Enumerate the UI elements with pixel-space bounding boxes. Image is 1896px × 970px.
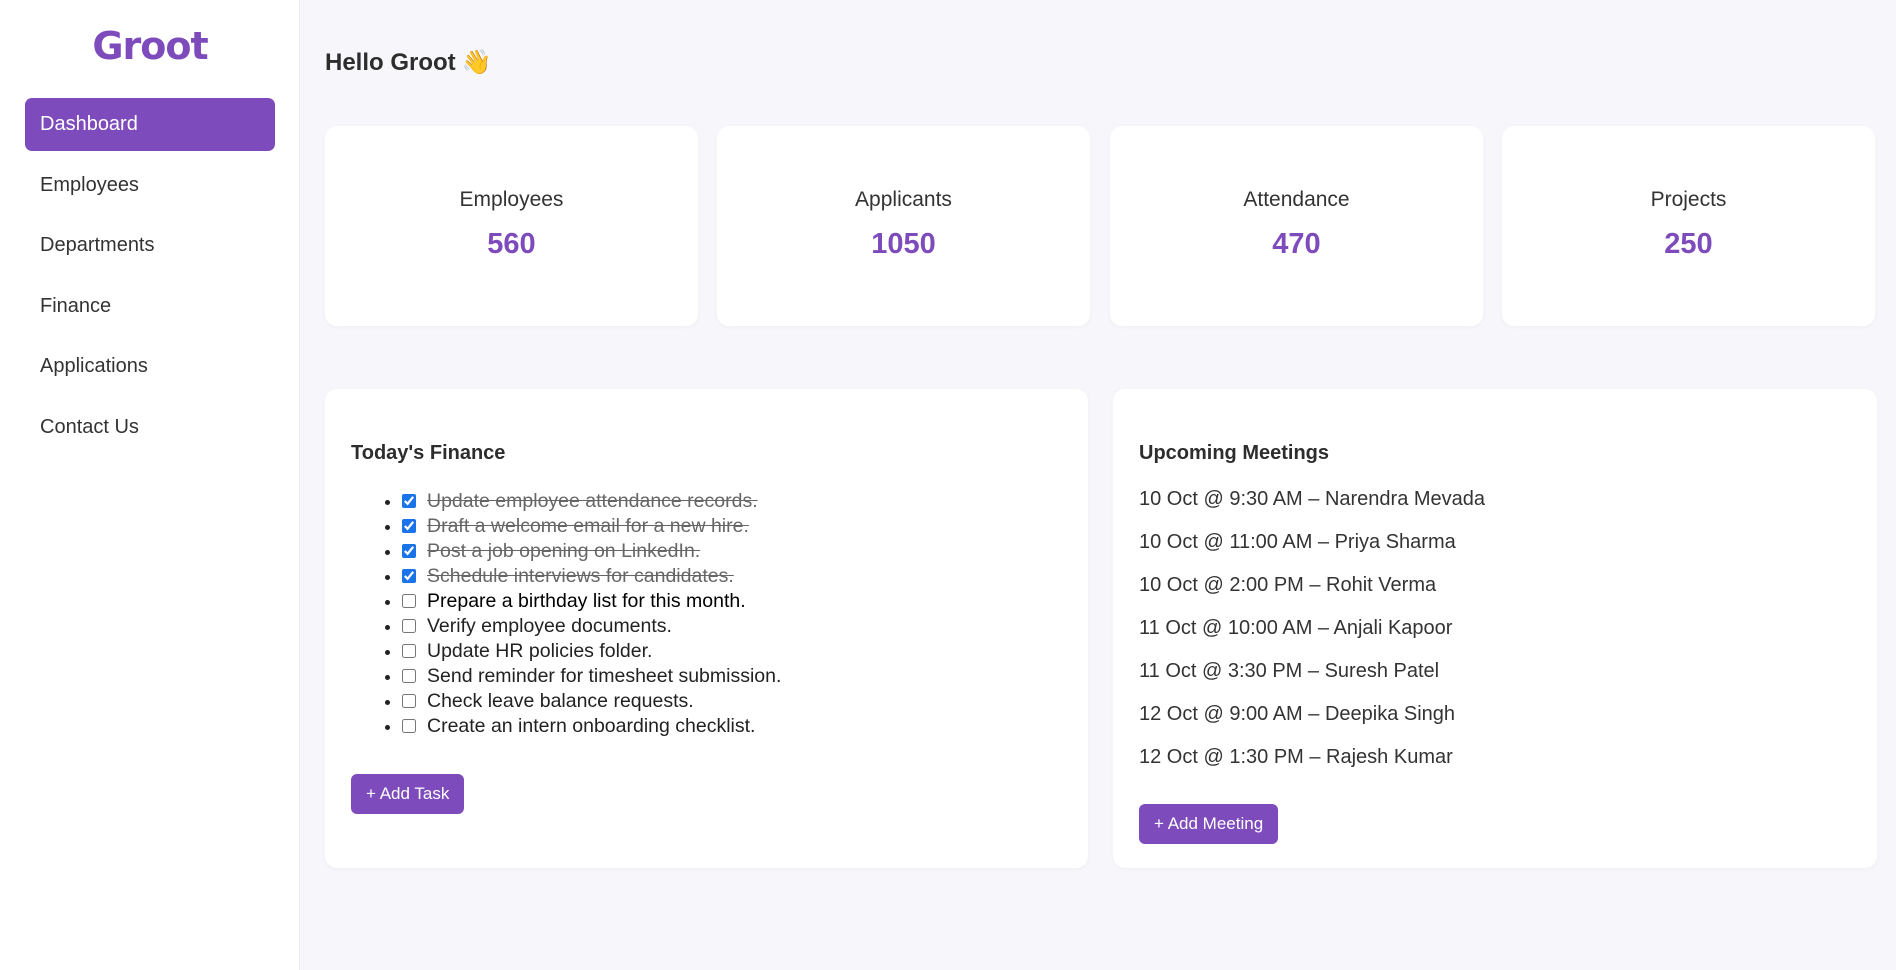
sidebar-item-finance[interactable]: Finance <box>25 280 275 333</box>
task-text: Schedule interviews for candidates. <box>427 565 734 587</box>
task-checkbox[interactable] <box>402 719 416 733</box>
task-item: Update employee attendance records. <box>402 489 781 514</box>
sidebar-nav: Dashboard Employees Departments Finance … <box>25 98 275 461</box>
stat-label: Projects <box>1650 188 1727 211</box>
add-task-button[interactable]: + Add Task <box>351 774 465 814</box>
task-item: Create an intern onboarding checklist. <box>402 714 781 739</box>
sidebar-item-departments[interactable]: Departments <box>25 219 275 272</box>
task-checkbox[interactable] <box>402 569 416 583</box>
stat-label: Employees <box>459 188 564 211</box>
task-item: Schedule interviews for candidates. <box>402 564 781 589</box>
task-item: Prepare a birthday list for this month. <box>402 589 781 614</box>
stat-label: Attendance <box>1243 188 1350 211</box>
meeting-item: 11 Oct @ 3:30 PM – Suresh Patel <box>1139 660 1440 682</box>
task-checkbox[interactable] <box>402 644 416 658</box>
add-meeting-button[interactable]: + Add Meeting <box>1139 804 1279 844</box>
stat-value: 1050 <box>871 228 936 260</box>
task-text: Draft a welcome email for a new hire. <box>427 515 749 537</box>
task-checkbox[interactable] <box>402 594 416 608</box>
stat-card-applicants: Applicants 1050 <box>717 126 1090 326</box>
finance-title: Today's Finance <box>351 442 506 464</box>
task-item: Verify employee documents. <box>402 614 781 639</box>
task-checkbox[interactable] <box>402 694 416 708</box>
task-text: Check leave balance requests. <box>427 690 694 712</box>
meeting-item: 12 Oct @ 9:00 AM – Deepika Singh <box>1139 703 1456 725</box>
task-checkbox[interactable] <box>402 519 416 533</box>
task-item: Draft a welcome email for a new hire. <box>402 514 781 539</box>
meeting-item: 12 Oct @ 1:30 PM – Rajesh Kumar <box>1139 746 1453 768</box>
task-item: Update HR policies folder. <box>402 639 781 664</box>
task-list: Update employee attendance records. Draf… <box>378 489 781 739</box>
stat-label: Applicants <box>855 188 952 211</box>
stat-value: 560 <box>487 228 536 260</box>
task-checkbox[interactable] <box>402 669 416 683</box>
task-checkbox[interactable] <box>402 619 416 633</box>
sidebar: Groot Dashboard Employees Departments Fi… <box>0 0 300 970</box>
task-text: Verify employee documents. <box>427 615 672 637</box>
meetings-panel: Upcoming Meetings 10 Oct @ 9:30 AM – Nar… <box>1113 389 1877 868</box>
task-text: Update employee attendance records. <box>427 490 758 512</box>
meetings-title: Upcoming Meetings <box>1139 442 1330 464</box>
stat-card-attendance: Attendance 470 <box>1110 126 1483 326</box>
meeting-item: 10 Oct @ 2:00 PM – Rohit Verma <box>1139 574 1437 596</box>
main-content: Hello Groot 👋 Employees 560 Applicants 10… <box>325 0 1877 970</box>
task-checkbox[interactable] <box>402 494 416 508</box>
task-item: Check leave balance requests. <box>402 689 781 714</box>
task-item: Post a job opening on LinkedIn. <box>402 539 781 564</box>
meeting-list: 10 Oct @ 9:30 AM – Narendra Mevada 10 Oc… <box>1139 488 1485 789</box>
stat-value: 470 <box>1272 228 1321 260</box>
sidebar-item-applications[interactable]: Applications <box>25 340 275 393</box>
meeting-item: 11 Oct @ 10:00 AM – Anjali Kapoor <box>1139 617 1453 639</box>
stat-value: 250 <box>1664 228 1713 260</box>
sidebar-item-dashboard[interactable]: Dashboard <box>25 98 275 151</box>
stat-card-employees: Employees 560 <box>325 126 698 326</box>
task-item: Send reminder for timesheet submission. <box>402 664 781 689</box>
task-text: Create an intern onboarding checklist. <box>427 715 756 737</box>
task-checkbox[interactable] <box>402 544 416 558</box>
app-logo[interactable]: Groot <box>0 24 300 68</box>
stat-card-projects: Projects 250 <box>1502 126 1875 326</box>
sidebar-item-contact-us[interactable]: Contact Us <box>25 401 275 454</box>
task-text: Prepare a birthday list for this month. <box>427 590 746 612</box>
greeting-text: Hello Groot <box>325 49 456 76</box>
waving-hand-icon: 👋 <box>461 49 492 76</box>
task-text: Update HR policies folder. <box>427 640 653 662</box>
meeting-item: 10 Oct @ 11:00 AM – Priya Sharma <box>1139 531 1456 553</box>
task-text: Send reminder for timesheet submission. <box>427 665 782 687</box>
finance-panel: Today's Finance Update employee attendan… <box>325 389 1088 868</box>
page-title: Hello Groot 👋 <box>325 48 492 77</box>
meeting-item: 10 Oct @ 9:30 AM – Narendra Mevada <box>1139 488 1486 510</box>
task-text: Post a job opening on LinkedIn. <box>427 540 701 562</box>
sidebar-item-employees[interactable]: Employees <box>25 159 275 212</box>
